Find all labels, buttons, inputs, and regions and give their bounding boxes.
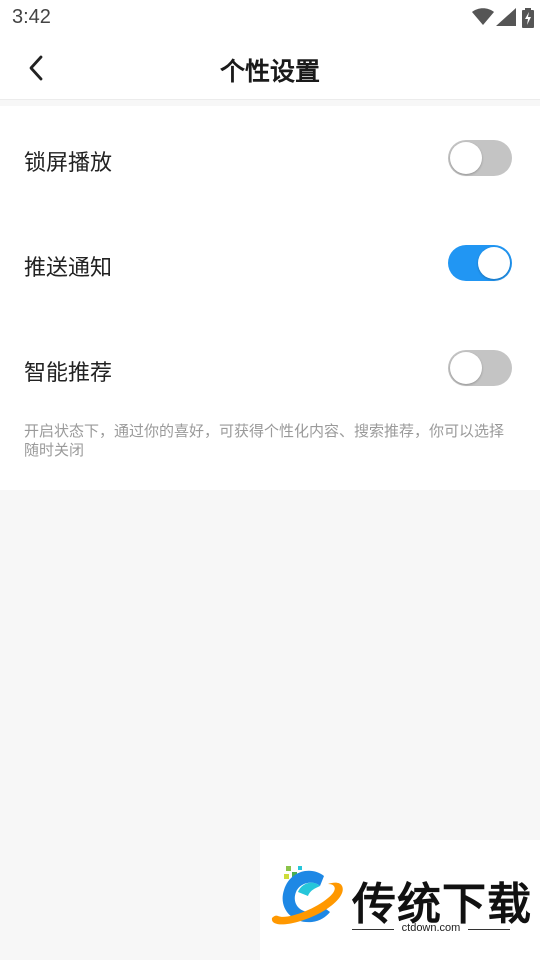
setting-label: 智能推荐: [24, 361, 113, 386]
divider-line: [468, 929, 510, 930]
battery-charging-icon: [522, 8, 534, 28]
setting-label: 锁屏播放: [24, 151, 113, 176]
nav-bar: 个性设置: [0, 36, 540, 100]
push-notifications-toggle[interactable]: [448, 245, 512, 281]
status-bar: 3:42: [0, 0, 540, 36]
watermark: 传统下载 ctdown.com: [260, 840, 540, 960]
setting-label: 推送通知: [24, 256, 113, 281]
watermark-domain-row: ctdown.com: [352, 922, 510, 934]
lockscreen-playback-toggle[interactable]: [448, 140, 512, 176]
toggle-knob: [450, 142, 482, 174]
settings-card: 锁屏播放 推送通知 智能推荐 开启状态下，通过你的喜好，可获得个性化内容、搜索推…: [0, 106, 540, 490]
watermark-domain: ctdown.com: [401, 922, 461, 934]
smart-recommendations-toggle[interactable]: [448, 350, 512, 386]
toggle-knob: [450, 352, 482, 384]
toggle-knob: [478, 247, 510, 279]
divider-line: [352, 929, 394, 930]
recommendation-note: 开启状态下，通过你的喜好，可获得个性化内容、搜索推荐，你可以选择随时关闭: [24, 422, 505, 459]
status-time: 3:42: [12, 6, 51, 28]
watermark-logo-icon: [271, 866, 343, 925]
setting-row-lockscreen-playback: 锁屏播放: [0, 128, 540, 188]
setting-row-push-notifications: 推送通知: [0, 233, 540, 293]
signal-icon: [496, 8, 516, 26]
wifi-icon: [472, 8, 494, 25]
page-title: 个性设置: [219, 57, 320, 86]
setting-row-smart-recommendations: 智能推荐: [0, 338, 540, 398]
